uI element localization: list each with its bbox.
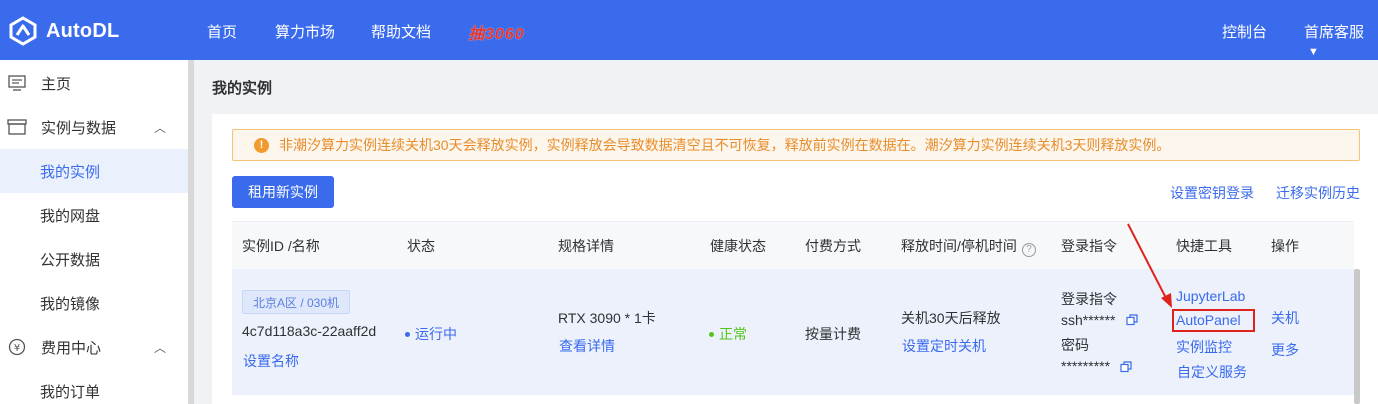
column-header-actions: 操作 xyxy=(1271,238,1299,254)
warning-icon: ! xyxy=(254,137,269,153)
top-navbar: AutoDL 首页 算力市场 帮助文档 抽3060 控制台 首席客服 ▼ xyxy=(0,0,1378,60)
release-warning-alert: ! 非潮汐算力实例连续关机30天会释放实例，实例释放会导致数据清空且不可恢复，释… xyxy=(232,129,1360,161)
instance-monitor-link[interactable]: 实例监控 xyxy=(1176,337,1232,357)
copy-password-icon[interactable] xyxy=(1120,361,1132,373)
sidebar-item-billing[interactable]: ¥ 费用中心 ︿ xyxy=(0,325,188,369)
shutdown-button[interactable]: 关机 xyxy=(1271,308,1299,328)
sidebar-item-instances-data[interactable]: 实例与数据 ︿ xyxy=(0,105,188,149)
table-scrollbar[interactable] xyxy=(1354,269,1360,404)
migrate-history-link[interactable]: 迁移实例历史 xyxy=(1276,183,1360,203)
sidebar-item-label: 我的镜像 xyxy=(40,295,101,313)
sidebar-item-my-orders[interactable]: 我的订单 xyxy=(0,369,188,404)
set-shutdown-link[interactable]: 设置定时关机 xyxy=(902,336,986,356)
set-key-login-link[interactable]: 设置密钥登录 xyxy=(1170,183,1254,203)
column-header-spec: 规格详情 xyxy=(558,238,614,254)
help-icon[interactable]: ? xyxy=(1021,242,1036,257)
region-tag: 北京A区 / 030机 xyxy=(242,290,351,314)
column-header-billing: 付费方式 xyxy=(805,238,861,254)
nav-market[interactable]: 算力市场 xyxy=(275,21,335,42)
spec-text: RTX 3090 * 1卡 xyxy=(558,310,656,326)
health-badge: 正常 xyxy=(709,324,747,344)
sidebar-item-label: 我的网盘 xyxy=(40,207,101,225)
brand-logo[interactable]: AutoDL xyxy=(8,14,119,48)
brand-name: AutoDL xyxy=(46,19,120,42)
console-link[interactable]: 控制台 xyxy=(1222,21,1267,42)
chevron-up-icon: ︿ xyxy=(153,340,166,355)
column-header-release: 释放时间/停机时间? xyxy=(901,236,1036,257)
yen-icon: ¥ xyxy=(7,337,27,357)
status-text: 运行中 xyxy=(415,326,457,342)
health-text: 正常 xyxy=(719,326,747,342)
instance-id: 4c7d118a3c-22aaff2d xyxy=(242,323,377,339)
status-dot xyxy=(405,332,410,337)
health-dot xyxy=(709,332,714,337)
box-icon xyxy=(7,117,27,137)
autodl-logo-icon xyxy=(9,16,37,46)
svg-text:¥: ¥ xyxy=(14,343,20,354)
column-header-login: 登录指令 xyxy=(1061,238,1117,254)
set-name-link[interactable]: 设置名称 xyxy=(243,351,299,371)
ssh-command: ssh****** xyxy=(1061,312,1116,328)
page-title: 我的实例 xyxy=(212,80,273,97)
nav-promo-link[interactable]: 抽3060 xyxy=(468,20,525,44)
column-header-health: 健康状态 xyxy=(710,238,766,254)
custom-service-link[interactable]: 自定义服务 xyxy=(1177,362,1247,382)
chevron-up-icon: ︿ xyxy=(153,120,166,135)
sidebar-item-label: 我的实例 xyxy=(40,163,101,181)
home-icon xyxy=(7,73,27,93)
copy-ssh-icon[interactable] xyxy=(1126,314,1138,326)
billing-type: 按量计费 xyxy=(805,326,861,342)
column-header-id: 实例ID /名称 xyxy=(242,238,320,254)
sidebar-item-label: 费用中心 xyxy=(41,339,102,357)
sidebar-item-label: 主页 xyxy=(41,75,72,93)
view-details-link[interactable]: 查看详情 xyxy=(559,336,615,356)
status-badge: 运行中 xyxy=(405,324,457,344)
sidebar-item-my-disk[interactable]: 我的网盘 xyxy=(0,193,188,237)
sidebar-item-home[interactable]: 主页 xyxy=(0,61,188,105)
sidebar-item-my-instances[interactable]: 我的实例 xyxy=(0,149,188,193)
annotation-arrow-icon xyxy=(1127,223,1172,308)
column-header-status: 状态 xyxy=(407,238,435,254)
autopanel-highlight-box xyxy=(1172,309,1255,332)
release-time: 关机30天后释放 xyxy=(901,310,1001,326)
login-command-label: 登录指令 xyxy=(1061,291,1117,307)
password-masked: ********* xyxy=(1061,358,1111,374)
sidebar-scrollbar[interactable] xyxy=(188,60,194,404)
password-label: 密码 xyxy=(1061,337,1089,353)
nav-docs[interactable]: 帮助文档 xyxy=(371,21,431,42)
support-label: 首席客服 xyxy=(1304,24,1365,41)
rent-new-instance-button[interactable]: 租用新实例 xyxy=(232,176,334,208)
chevron-down-icon: ▼ xyxy=(1308,46,1319,58)
support-menu[interactable]: 首席客服 ▼ xyxy=(1304,21,1378,59)
sidebar-item-label: 我的订单 xyxy=(40,383,101,401)
sidebar-item-label: 实例与数据 xyxy=(41,119,117,137)
sidebar-item-my-images[interactable]: 我的镜像 xyxy=(0,281,188,325)
alert-message: 非潮汐算力实例连续关机30天会释放实例，实例释放会导致数据清空且不可恢复，释放前… xyxy=(279,137,1171,153)
sidebar-item-label: 公开数据 xyxy=(40,251,101,269)
more-button[interactable]: 更多 xyxy=(1271,340,1299,360)
sidebar-item-public-data[interactable]: 公开数据 xyxy=(0,237,188,281)
column-header-release-label: 释放时间/停机时间 xyxy=(901,238,1017,254)
jupyterlab-link[interactable]: JupyterLab xyxy=(1176,288,1245,304)
column-header-tools: 快捷工具 xyxy=(1176,238,1232,254)
nav-home[interactable]: 首页 xyxy=(207,21,237,42)
